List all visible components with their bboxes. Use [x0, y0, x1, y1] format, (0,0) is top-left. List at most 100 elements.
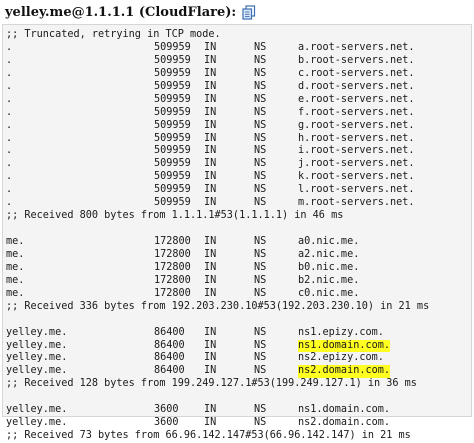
record-class: IN [204, 106, 217, 118]
record-ttl: 86400 [154, 352, 185, 364]
record-class: IN [204, 119, 217, 131]
record-class: IN [204, 41, 217, 53]
dns-record-row: me. 172800 IN NS a2.nic.me. [6, 249, 429, 262]
record-name: . [6, 132, 13, 144]
record-type: NS [254, 145, 267, 157]
record-class: IN [204, 248, 217, 260]
record-name: yelley.me. [6, 352, 68, 364]
dns-record-row: . 509959 IN NS k.root-servers.net. [6, 171, 429, 184]
dns-record-row: . 509959 IN NS i.root-servers.net. [6, 145, 429, 158]
dns-record-row: . 509959 IN NS d.root-servers.net. [6, 81, 429, 94]
record-name: . [6, 197, 13, 209]
record-type: NS [254, 352, 267, 364]
record-name: me. [6, 274, 25, 286]
record-value: m.root-servers.net. [298, 197, 415, 209]
record-type: NS [254, 287, 267, 299]
record-class: IN [204, 197, 217, 209]
record-class: IN [204, 417, 217, 429]
record-type: NS [254, 404, 267, 416]
dns-record-row: . 509959 IN NS g.root-servers.net. [6, 120, 429, 133]
dns-record-row: me. 172800 IN NS b0.nic.me. [6, 262, 429, 275]
record-value: k.root-servers.net. [298, 171, 415, 183]
record-name: yelley.me. [6, 326, 68, 338]
record-class: IN [204, 80, 217, 92]
dns-record-row: yelley.me. 86400 IN NS ns1.domain.com. [6, 339, 429, 353]
record-type: NS [254, 41, 267, 53]
record-name: me. [6, 236, 25, 247]
dns-record-row: yelley.me. 86400 IN NS ns2.domain.com. [6, 365, 429, 379]
record-class: IN [204, 287, 217, 299]
dns-record-row: . 509959 IN NS c.root-servers.net. [6, 68, 429, 81]
dig-output: ;; Truncated, retrying in TCP mode.. 5099… [6, 29, 429, 443]
record-name: . [6, 54, 13, 66]
received-summary: ;; Received 128 bytes from 199.249.127.1… [6, 378, 417, 390]
record-name: . [6, 119, 13, 131]
dns-record-row: me. 172800 IN NS a0.nic.me. [6, 236, 429, 249]
record-ttl: 509959 [154, 41, 191, 53]
record-value: h.root-servers.net. [298, 132, 415, 144]
record-ttl: 86400 [154, 339, 185, 351]
record-ttl: 509959 [154, 145, 191, 157]
record-type: NS [254, 132, 267, 144]
record-value: d.root-servers.net. [298, 80, 415, 92]
record-class: IN [204, 54, 217, 66]
record-name: . [6, 106, 13, 118]
record-value: c.root-servers.net. [298, 67, 415, 79]
title-text: yelley.me@1.1.1.1 (CloudFlare): [5, 4, 237, 20]
record-type: NS [254, 365, 267, 377]
record-ttl: 509959 [154, 54, 191, 66]
record-class: IN [204, 404, 217, 416]
record-type: NS [254, 184, 267, 196]
record-type: NS [254, 67, 267, 79]
dns-record-row: . 509959 IN NS a.root-servers.net. [6, 42, 429, 55]
record-value: b.root-servers.net. [298, 54, 415, 66]
record-value: ns2.domain.com. [298, 417, 391, 429]
record-type: NS [254, 248, 267, 260]
record-value: b2.nic.me. [298, 274, 360, 286]
record-class: IN [204, 184, 217, 196]
copy-icon[interactable] [242, 4, 256, 20]
record-ttl: 509959 [154, 184, 191, 196]
dns-record-row: yelley.me. 3600 IN NS ns1.domain.com. [6, 404, 429, 417]
record-ttl: 3600 [154, 417, 179, 429]
page-title: yelley.me@1.1.1.1 (CloudFlare): [5, 2, 256, 22]
record-type: NS [254, 417, 267, 429]
record-class: IN [204, 171, 217, 183]
record-value-highlighted: ns2.domain.com. [298, 365, 391, 379]
record-class: IN [204, 93, 217, 105]
record-name: . [6, 171, 13, 183]
record-name: . [6, 93, 13, 105]
record-value: l.root-servers.net. [298, 184, 415, 196]
record-name: yelley.me. [6, 365, 68, 377]
record-class: IN [204, 261, 217, 273]
record-value: c0.nic.me. [298, 287, 360, 299]
record-type: NS [254, 93, 267, 105]
record-name: . [6, 80, 13, 92]
record-value: e.root-servers.net. [298, 93, 415, 105]
record-value: a2.nic.me. [298, 248, 360, 260]
record-ttl: 172800 [154, 236, 191, 247]
record-ttl: 509959 [154, 93, 191, 105]
record-type: NS [254, 339, 267, 351]
record-ttl: 509959 [154, 80, 191, 92]
record-class: IN [204, 274, 217, 286]
record-value: ns1.domain.com. [298, 404, 391, 416]
dns-record-row: . 509959 IN NS l.root-servers.net. [6, 184, 429, 197]
record-class: IN [204, 339, 217, 351]
record-ttl: 509959 [154, 132, 191, 144]
received-summary: ;; Received 73 bytes from 66.96.142.147#… [6, 430, 411, 442]
record-name: yelley.me. [6, 404, 68, 416]
record-type: NS [254, 158, 267, 170]
record-ttl: 172800 [154, 248, 191, 260]
record-ttl: 172800 [154, 274, 191, 286]
dns-record-row: . 509959 IN NS f.root-servers.net. [6, 107, 429, 120]
record-ttl: 509959 [154, 119, 191, 131]
received-summary: ;; Received 800 bytes from 1.1.1.1#53(1.… [6, 210, 344, 222]
record-type: NS [254, 80, 267, 92]
record-value: g.root-servers.net. [298, 119, 415, 131]
record-class: IN [204, 236, 217, 247]
record-value: a0.nic.me. [298, 236, 360, 247]
dig-output-panel: ;; Truncated, retrying in TCP mode.. 5099… [2, 24, 472, 441]
record-ttl: 172800 [154, 287, 191, 299]
